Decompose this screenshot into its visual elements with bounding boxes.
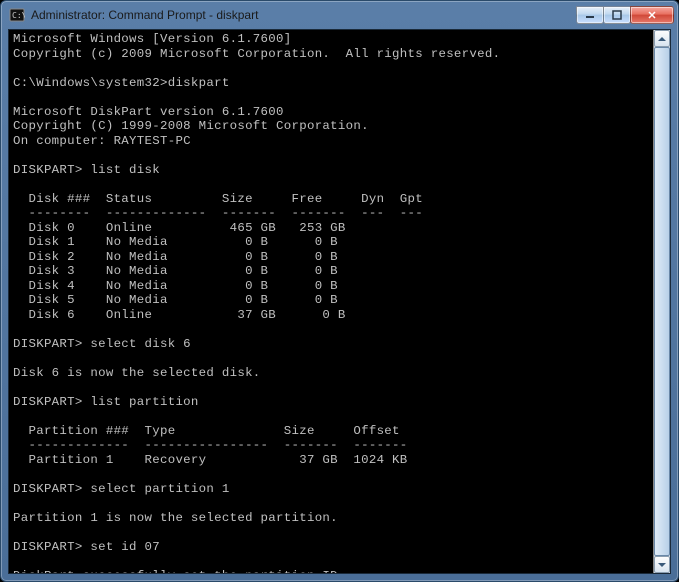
client-area: Microsoft Windows [Version 6.1.7600] Cop…: [8, 29, 671, 574]
arrow-up-icon: [658, 37, 666, 41]
window-title: Administrator: Command Prompt - diskpart: [31, 8, 577, 22]
close-button[interactable]: [630, 6, 674, 24]
app-icon: C:\: [9, 7, 25, 23]
terminal-output[interactable]: Microsoft Windows [Version 6.1.7600] Cop…: [9, 30, 653, 573]
svg-text:C:\: C:\: [12, 11, 25, 20]
command-prompt-window: C:\ Administrator: Command Prompt - disk…: [0, 0, 679, 582]
vertical-scrollbar[interactable]: [653, 30, 670, 573]
scroll-down-button[interactable]: [654, 556, 670, 573]
window-controls: [577, 6, 674, 24]
minimize-button[interactable]: [576, 6, 604, 24]
scroll-up-button[interactable]: [654, 30, 670, 47]
scrollbar-thumb[interactable]: [654, 47, 670, 556]
titlebar[interactable]: C:\ Administrator: Command Prompt - disk…: [1, 1, 678, 29]
scrollbar-track[interactable]: [654, 47, 670, 556]
arrow-down-icon: [658, 563, 666, 567]
maximize-button[interactable]: [603, 6, 631, 24]
